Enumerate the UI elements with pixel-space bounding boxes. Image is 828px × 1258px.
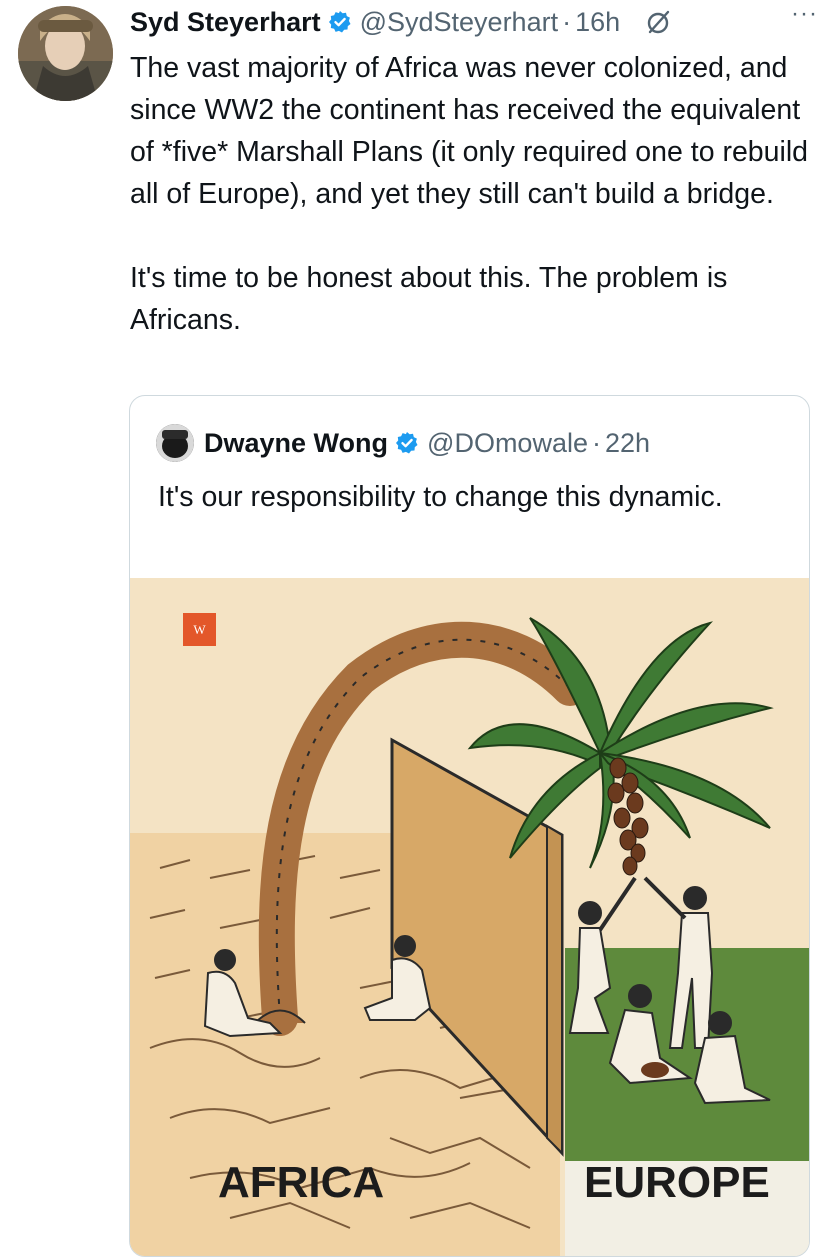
grok-icon[interactable] bbox=[646, 9, 672, 35]
quote-author-avatar[interactable] bbox=[156, 424, 194, 462]
tweet-text: The vast majority of Africa was never co… bbox=[130, 47, 820, 341]
africa-label: AFRICA bbox=[218, 1158, 385, 1207]
quote-header: Dwayne Wong @DOmowale · 22h bbox=[156, 424, 650, 462]
separator: · bbox=[591, 427, 601, 458]
tweet-header: Syd Steyerhart @SydSteyerhart · 16h bbox=[130, 2, 818, 42]
w-badge: W bbox=[183, 613, 216, 646]
basket-dates bbox=[641, 1062, 669, 1078]
verified-badge-icon bbox=[395, 431, 419, 455]
quote-author-handle[interactable]: @DOmowale bbox=[427, 428, 588, 459]
quote-text: It's our responsibility to change this d… bbox=[158, 481, 723, 513]
separator: · bbox=[562, 6, 572, 37]
quoted-tweet[interactable]: Dwayne Wong @DOmowale · 22h It's our res… bbox=[129, 395, 810, 1257]
tweet-paragraph: It's time to be honest about this. The p… bbox=[130, 262, 728, 336]
verified-badge-icon bbox=[328, 10, 352, 34]
tweet-paragraph: The vast majority of Africa was never co… bbox=[130, 52, 809, 210]
author-handle[interactable]: @SydSteyerhart bbox=[360, 7, 559, 38]
quote-image[interactable]: W AFRICA EUROPE bbox=[130, 578, 809, 1256]
europe-label: EUROPE bbox=[584, 1158, 770, 1207]
quote-author-name[interactable]: Dwayne Wong bbox=[204, 428, 388, 459]
author-avatar[interactable] bbox=[18, 6, 113, 101]
author-name[interactable]: Syd Steyerhart bbox=[130, 7, 321, 38]
tweet-time[interactable]: 16h bbox=[575, 7, 620, 38]
quote-time[interactable]: 22h bbox=[605, 428, 650, 459]
more-icon[interactable]: ··· bbox=[791, 0, 818, 28]
